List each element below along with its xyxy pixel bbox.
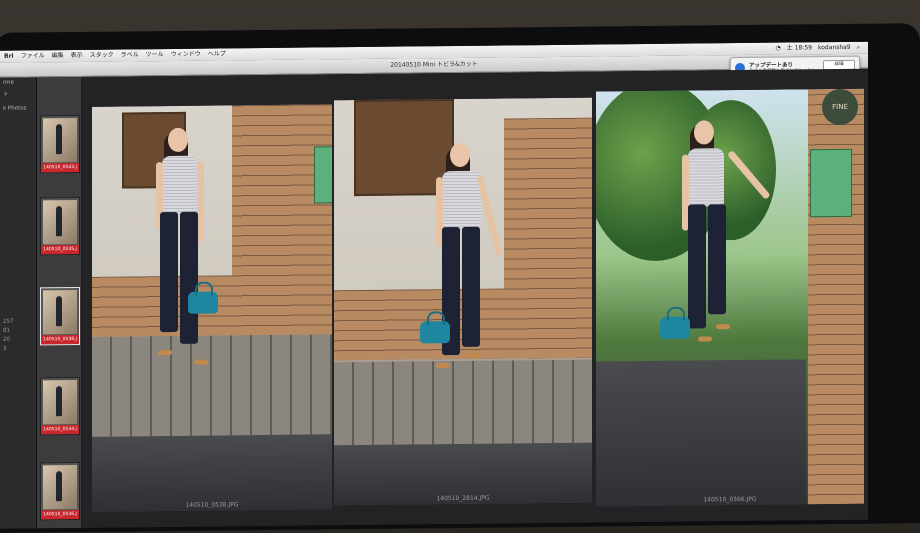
menu-label[interactable]: ラベル: [121, 49, 139, 61]
thumb-label: 140510_0543.J: [41, 162, 79, 173]
thumb-label: 140510_0535.J: [41, 244, 79, 255]
stat-value: 257: [3, 318, 14, 325]
preview-photo[interactable]: 140510_2814.JPG: [334, 97, 592, 506]
spotlight-icon[interactable]: ⌕: [857, 42, 860, 54]
wifi-icon[interactable]: ◔: [776, 43, 781, 55]
sidebar-item[interactable]: ト: [0, 87, 36, 99]
stat-value: 3: [3, 345, 7, 352]
filmstrip: 140510_0543.J 140510_0535.J 140510_0538.…: [37, 76, 81, 529]
menu-window[interactable]: ウィンドウ: [171, 49, 201, 61]
menu-app[interactable]: Bri: [4, 51, 14, 63]
menu-tools[interactable]: ツール: [146, 49, 164, 61]
clock[interactable]: 土 18:59: [787, 42, 812, 54]
thumb-label: 140510_0536.J: [41, 509, 79, 520]
sidebar-item[interactable]: rme: [0, 77, 36, 87]
thumb-label: 140510_0534.J: [41, 424, 79, 435]
menu-file[interactable]: ファイル: [21, 50, 45, 62]
preview-photo[interactable]: 140510_0538.JPG: [92, 104, 332, 512]
preview-photo[interactable]: FINE 140510_0366.JPG: [596, 88, 864, 507]
stat-value: 20: [3, 336, 10, 343]
left-panel: rme ト k Photos 257 81 20 3: [0, 77, 37, 529]
sidebar-item[interactable]: k Photos: [0, 103, 36, 113]
user-name[interactable]: kodansha9: [818, 42, 851, 54]
filmstrip-thumb[interactable]: 140510_0534.J: [40, 376, 80, 436]
menu-edit[interactable]: 編集: [52, 50, 64, 62]
thumb-label: 140510_0538.J: [41, 334, 79, 345]
screen: Bri ファイル 編集 表示 スタック ラベル ツール ウィンドウ ヘルプ ◔ …: [0, 41, 868, 529]
cafe-sign: FINE: [822, 88, 858, 126]
sidebar-stats: 257 81 20 3: [3, 318, 14, 354]
preview-area: 140510_0538.JPG 140510_2814.JPG FINE 140…: [82, 68, 868, 528]
filmstrip-thumb[interactable]: 140510_0535.J: [40, 196, 80, 256]
menu-stack[interactable]: スタック: [90, 50, 114, 62]
menu-help[interactable]: ヘルプ: [208, 48, 226, 60]
stat-value: 81: [3, 327, 10, 334]
filmstrip-thumb-selected[interactable]: 140510_0538.J: [40, 286, 80, 346]
filmstrip-thumb[interactable]: 140510_0543.J: [40, 114, 80, 174]
menu-view[interactable]: 表示: [71, 50, 83, 62]
monitor: Bri ファイル 編集 表示 スタック ラベル ツール ウィンドウ ヘルプ ◔ …: [0, 23, 920, 533]
filmstrip-thumb[interactable]: 140510_0536.J: [40, 461, 80, 521]
